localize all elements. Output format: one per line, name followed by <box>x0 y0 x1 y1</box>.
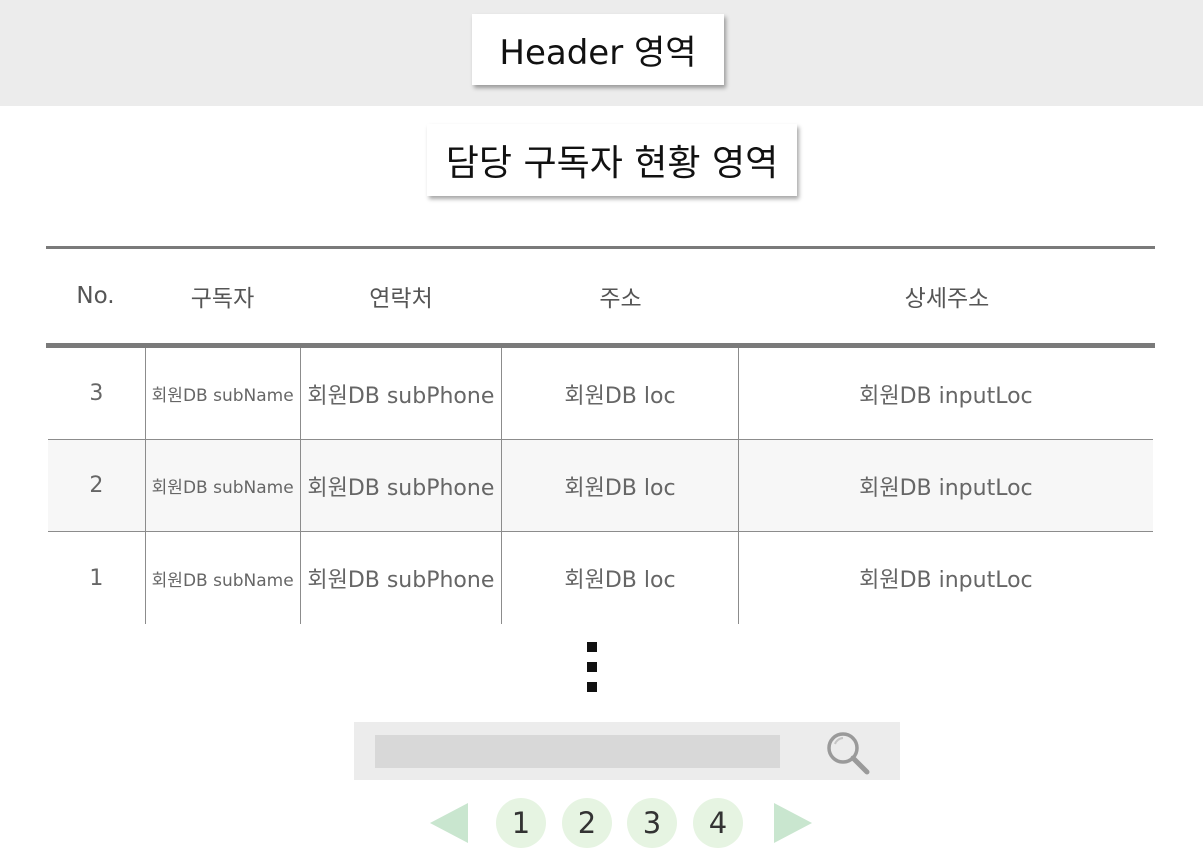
column-header-no: No. <box>76 283 115 309</box>
triangle-right-icon[interactable] <box>774 803 812 843</box>
column-header-address: 주소 <box>599 286 642 312</box>
header-label: Header 영역 <box>472 14 724 85</box>
page-button-3[interactable]: 3 <box>627 798 677 848</box>
table-row[interactable]: 1 회원DB subName 회원DB subPhone 회원DB loc 회원… <box>48 532 1153 624</box>
header-band: Header 영역 <box>0 0 1203 106</box>
page-button-2[interactable]: 2 <box>562 798 612 848</box>
page-button-4[interactable]: 4 <box>693 798 743 848</box>
cell-phone: 회원DB subPhone <box>299 348 502 439</box>
cell-subscriber: 회원DB subName <box>144 440 300 531</box>
cell-subscriber: 회원DB subName <box>144 532 300 624</box>
pagination: 1 2 3 4 <box>430 797 820 851</box>
cell-no: 1 <box>89 565 104 591</box>
table-row[interactable]: 3 회원DB subName 회원DB subPhone 회원DB loc 회원… <box>48 348 1153 440</box>
triangle-left-icon[interactable] <box>430 803 468 843</box>
cell-address: 회원DB loc <box>501 348 738 439</box>
subscriber-table: No. 구독자 연락처 주소 상세주소 3 회원DB subName 회원DB … <box>46 246 1155 624</box>
section-title: 담당 구독자 현황 영역 <box>427 124 797 196</box>
cell-subscriber: 회원DB subName <box>144 348 300 439</box>
cell-phone: 회원DB subPhone <box>299 440 502 531</box>
table-header-row: No. 구독자 연락처 주소 상세주소 <box>46 249 1155 343</box>
cell-address: 회원DB loc <box>501 532 738 624</box>
search-icon[interactable] <box>823 728 873 778</box>
cell-address: 회원DB loc <box>501 440 738 531</box>
cell-detail-address: 회원DB inputLoc <box>737 348 1153 439</box>
cell-no: 2 <box>89 473 104 498</box>
cell-phone: 회원DB subPhone <box>299 532 502 624</box>
column-header-subscriber: 구독자 <box>190 286 255 312</box>
cell-no: 3 <box>89 381 104 406</box>
search-input[interactable] <box>375 735 780 768</box>
column-header-detail-address: 상세주소 <box>904 286 990 312</box>
more-rows-ellipsis-icon <box>587 642 597 697</box>
search-bar <box>354 722 900 780</box>
cell-detail-address: 회원DB inputLoc <box>737 440 1153 531</box>
column-header-phone: 연락처 <box>369 286 433 312</box>
cell-detail-address: 회원DB inputLoc <box>737 532 1153 624</box>
page-button-1[interactable]: 1 <box>496 798 546 848</box>
table-row[interactable]: 2 회원DB subName 회원DB subPhone 회원DB loc 회원… <box>48 440 1153 532</box>
